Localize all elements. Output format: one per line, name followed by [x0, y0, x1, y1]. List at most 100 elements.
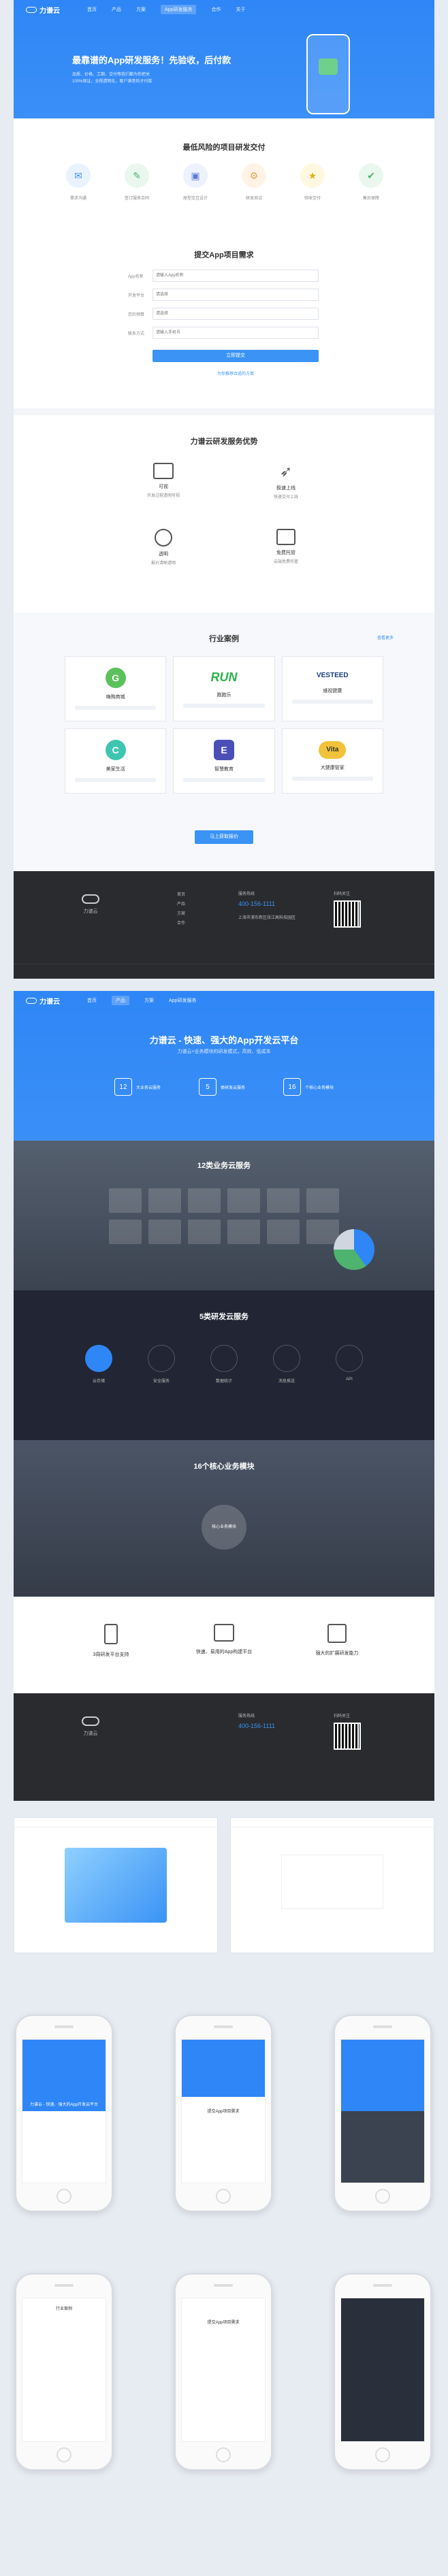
cloud5-title: 5类研发云服务 — [199, 1313, 249, 1321]
advantages-title: 力谱云研发服务优势 — [190, 438, 258, 446]
case-card[interactable]: G 嗨购商城 — [65, 656, 167, 721]
speaker — [214, 2025, 233, 2028]
hero-phone-illustration — [306, 34, 350, 114]
cases-more-link[interactable]: 查看更多 — [377, 634, 394, 640]
contract-icon: ✎ — [125, 163, 149, 188]
case-name: 跑跑乐 — [217, 693, 231, 698]
footer-address: 上海市浦东新区张江高科技园区 — [238, 916, 296, 920]
phone-mockup — [334, 2273, 432, 2471]
brand-logo[interactable]: 力谱云 — [26, 5, 60, 15]
footer-qr: 扫码关注 — [334, 1712, 361, 1750]
recommend-link[interactable]: 为你推荐合适的方案 — [153, 370, 319, 376]
get-quote-button[interactable]: 马上获取报价 — [195, 830, 253, 844]
storage-icon — [85, 1345, 112, 1372]
nav-about[interactable]: 关于 — [236, 6, 245, 13]
cases-grid: G 嗨购商城 RUN 跑跑乐 VESTEED 维视健康 C 美家生活 E 智慧教育 Vit… — [65, 656, 383, 794]
qr-label: 扫码关注 — [334, 892, 351, 896]
nav-app-service[interactable]: App研发服务 — [161, 5, 197, 14]
dev-cloud-label: 安全服务 — [153, 1380, 170, 1384]
cloud-tile[interactable] — [227, 1188, 260, 1213]
footer-link[interactable]: 产品 — [177, 900, 185, 909]
footer: 力谱云 首页 产品 方案 合作 服务热线 400-156-1111 上海市浦东新区张江… — [14, 871, 434, 979]
advantage-desc: 开发过程透明可视 — [146, 494, 180, 498]
nav-partner[interactable]: 合作 — [211, 6, 221, 13]
nav-products[interactable]: 产品 — [112, 996, 129, 1005]
home-button — [375, 2189, 390, 2204]
cloud-tile[interactable] — [306, 1188, 339, 1213]
nav-home[interactable]: 首页 — [87, 6, 97, 13]
cloud-tile[interactable] — [109, 1188, 142, 1213]
footer-link[interactable]: 首页 — [177, 890, 185, 900]
speaker — [373, 2284, 392, 2287]
cloud-logo-icon — [82, 1716, 99, 1726]
requirement-form: App名称 开发平台 您的预算 联系方式 立即提交 为你推荐合适的方案 — [128, 270, 319, 376]
submit-button[interactable]: 立即提交 — [153, 350, 319, 362]
dev-cloud-item[interactable]: 数据统计 — [200, 1345, 248, 1384]
delivery-steps: ✉ 需求沟通 ✎ 签订服务合同 ▣ 原型交互设计 ⚙ 研发测试 ★ 验收交付 ✔ 售后保障 — [54, 163, 395, 211]
app-name-input[interactable] — [153, 270, 319, 282]
cloud-tile[interactable] — [227, 1220, 260, 1244]
hero-title: 最靠谱的App研发服务！先验收，后付款 — [72, 55, 231, 65]
nav-app-service[interactable]: App研发服务 — [169, 997, 196, 1004]
brand-logo[interactable]: 力谱云 — [26, 996, 60, 1006]
stat-number: 16 — [283, 1078, 301, 1096]
preview-image — [65, 1848, 167, 1923]
cloud-tile[interactable] — [188, 1220, 221, 1244]
phone-title: 提交App项目需求 — [207, 2110, 240, 2114]
nav-solutions[interactable]: 方案 — [144, 997, 154, 1004]
phone-screen: 提交App项目需求 — [181, 2298, 266, 2442]
case-card[interactable]: VESTEED 维视健康 — [281, 656, 383, 721]
advantage-item: 可视 开发过程透明可视 — [102, 463, 225, 512]
cloud-tile[interactable] — [267, 1188, 300, 1213]
preview-header — [231, 1818, 434, 1827]
case-logo: E — [213, 740, 234, 760]
nav-products[interactable]: 产品 — [112, 6, 121, 13]
phone-screen: 提交App项目需求 — [181, 2039, 266, 2183]
footer-link[interactable]: 方案 — [177, 909, 185, 919]
qr-code-icon — [334, 1723, 361, 1750]
cloud-tile[interactable] — [148, 1220, 181, 1244]
feature-label: 快速、易用的App构建平台 — [195, 1650, 253, 1654]
feature-label: 强大的扩展研发能力 — [315, 1651, 359, 1656]
platform-select[interactable] — [153, 289, 319, 301]
advantage-item: 透明 报价清晰透明 — [102, 529, 225, 578]
design-icon: ▣ — [183, 163, 208, 188]
nav-home[interactable]: 首页 — [87, 997, 97, 1004]
home-button — [375, 2447, 390, 2462]
case-card[interactable]: Vita 大健康管家 — [281, 728, 383, 794]
dev-cloud-item[interactable]: API — [325, 1345, 373, 1384]
case-name: 维视健康 — [323, 689, 342, 694]
footer-link[interactable]: 合作 — [177, 919, 185, 928]
dev-cloud-item[interactable]: 安全服务 — [138, 1345, 185, 1384]
phone-input[interactable] — [153, 327, 319, 339]
cloud-logo-icon — [26, 997, 37, 1004]
cloud5-row: 云存储 安全服务 数据统计 消息推送 API — [75, 1345, 373, 1384]
field-label: 您的预算 — [128, 312, 145, 317]
budget-select[interactable] — [153, 308, 319, 320]
advantage-name: 极速上线 — [276, 486, 295, 491]
cloud-tile[interactable] — [148, 1188, 181, 1213]
code-icon — [336, 1345, 363, 1372]
case-card[interactable]: RUN 跑跑乐 — [173, 656, 275, 721]
lock-icon — [148, 1345, 175, 1372]
phone-mockup: 行业案例 — [15, 2273, 113, 2471]
case-card[interactable]: C 美家生活 — [65, 728, 167, 794]
cloud-tile[interactable] — [109, 1220, 142, 1244]
nav-solutions[interactable]: 方案 — [136, 6, 146, 13]
home-button — [216, 2189, 231, 2204]
case-card[interactable]: E 智慧教育 — [173, 728, 275, 794]
cloud-tile[interactable] — [188, 1188, 221, 1213]
step-label: 研发测试 — [245, 197, 262, 201]
case-desc — [291, 777, 373, 781]
dev-cloud-item[interactable]: 云存储 — [75, 1345, 123, 1384]
push-icon — [273, 1345, 300, 1372]
rocket-icon: ➶ — [279, 463, 293, 480]
hero2-title: 力谱云 - 快速、强大的App开发云平台 — [149, 1035, 299, 1045]
case-logo: G — [105, 668, 126, 688]
feature-label: 3周研发平台支持 — [93, 1652, 129, 1657]
cloud-tile[interactable] — [267, 1220, 300, 1244]
dev-cloud-item[interactable]: 消息推送 — [263, 1345, 310, 1384]
stat-label: 类研发云服务 — [220, 1086, 245, 1090]
cloud-tile[interactable] — [306, 1220, 339, 1244]
home-button — [216, 2447, 231, 2462]
